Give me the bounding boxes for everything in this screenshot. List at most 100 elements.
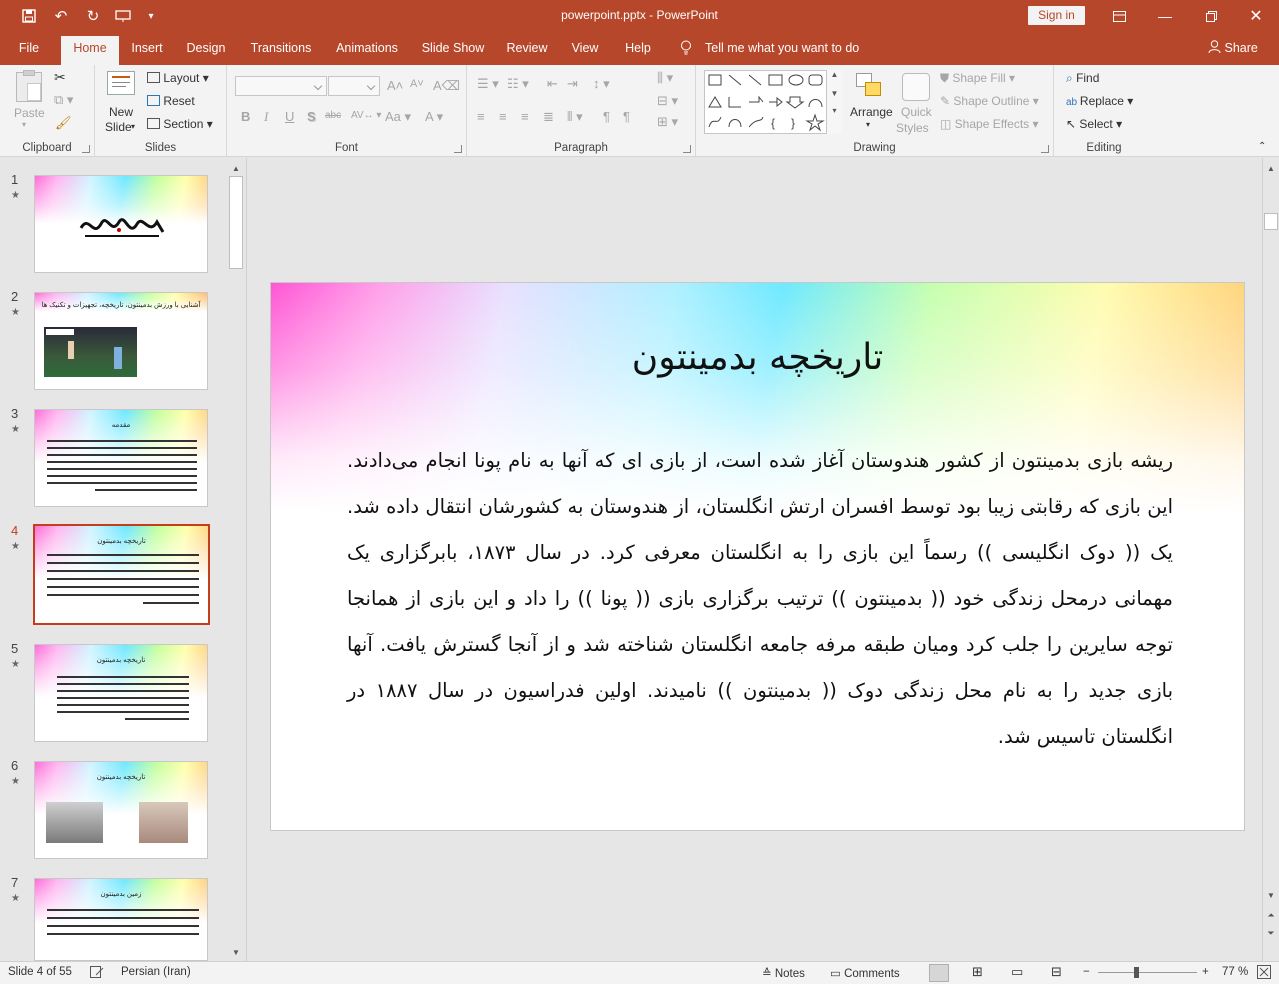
slide-title[interactable]: تاریخچه بدمینتون	[271, 337, 1244, 378]
quick-styles-label-2[interactable]: Styles	[896, 121, 929, 135]
tab-design[interactable]: Design	[180, 32, 232, 65]
tab-view[interactable]: View	[566, 32, 604, 65]
restore-icon[interactable]	[1188, 0, 1234, 32]
paste-icon[interactable]	[16, 70, 42, 102]
slide-thumbnail-6[interactable]: تاریخچه بدمینتون	[34, 761, 208, 859]
new-slide-dropdown-icon[interactable]: ▾	[131, 122, 135, 131]
sign-in-button[interactable]: Sign in	[1028, 6, 1085, 25]
align-center-icon[interactable]: ≡	[499, 109, 507, 124]
slide-thumbnail-7[interactable]: زمین بدمینتون	[34, 878, 208, 961]
copy-icon[interactable]: ⧉ ▾	[54, 92, 73, 108]
new-slide-label-1[interactable]: New	[109, 105, 133, 119]
quick-styles-icon[interactable]	[902, 73, 930, 101]
find-button[interactable]: ⌕ Find	[1066, 71, 1099, 86]
arrange-dropdown-icon[interactable]: ▾	[866, 120, 870, 129]
section-button[interactable]: Section ▾	[147, 117, 213, 131]
tab-review[interactable]: Review	[502, 32, 552, 65]
language-indicator[interactable]: Persian (Iran)	[121, 966, 191, 978]
smartart-icon[interactable]: ⊞ ▾	[657, 114, 678, 130]
shape-outline-button[interactable]: ✎ Shape Outline ▾	[940, 94, 1039, 108]
slide-thumbnail-4[interactable]: تاریخچه بدمینتون	[33, 524, 210, 625]
slide-sorter-icon[interactable]: ⊞	[972, 964, 983, 980]
clear-formatting-icon[interactable]: A⌫	[433, 78, 460, 94]
slide-thumbnail-3[interactable]: مقدمه	[34, 409, 208, 507]
font-name-combo[interactable]	[235, 76, 327, 96]
font-color-icon[interactable]: A ▾	[425, 109, 443, 125]
slide-thumbnail-1[interactable]	[34, 175, 208, 273]
quick-styles-label-1[interactable]: Quick	[901, 105, 932, 119]
text-direction-icon[interactable]: ⫼ ▾	[657, 70, 673, 86]
current-slide[interactable]: تاریخچه بدمینتون ریشه بازی بدمینتون از ک…	[270, 282, 1245, 831]
minimize-icon[interactable]: —	[1142, 0, 1188, 32]
close-icon[interactable]: ✕	[1233, 0, 1279, 32]
replace-button[interactable]: ab Replace ▾	[1066, 94, 1133, 108]
tell-me-search[interactable]: Tell me what you want to do	[680, 32, 859, 65]
share-button[interactable]: Share	[1208, 32, 1258, 65]
normal-view-icon[interactable]	[929, 964, 949, 982]
font-shrink-icon[interactable]: A˅	[410, 78, 424, 90]
zoom-level[interactable]: 77 %	[1222, 966, 1248, 978]
next-slide-icon[interactable]: ⏷	[1263, 925, 1279, 941]
reading-view-icon[interactable]: ▭	[1011, 964, 1023, 980]
numbering-icon[interactable]: ☷ ▾	[507, 76, 529, 92]
scroll-down-icon[interactable]: ▼	[228, 944, 244, 960]
new-slide-icon[interactable]	[107, 71, 135, 95]
previous-slide-icon[interactable]: ⏶	[1263, 907, 1279, 923]
ribbon-display-options-icon[interactable]	[1096, 0, 1142, 32]
shape-effects-button[interactable]: ◫ Shape Effects ▾	[940, 117, 1039, 131]
clipboard-dialog-launcher-icon[interactable]	[82, 145, 90, 153]
tab-file[interactable]: File	[8, 32, 50, 65]
collapse-ribbon-icon[interactable]: ⌃	[1258, 141, 1266, 152]
zoom-slider[interactable]	[1098, 972, 1197, 973]
paste-dropdown-icon[interactable]: ▾	[22, 120, 26, 129]
align-right-icon[interactable]: ≡	[521, 109, 529, 124]
scroll-up-icon[interactable]: ▲	[1263, 160, 1279, 176]
line-spacing-icon[interactable]: ↕ ▾	[593, 76, 610, 92]
character-spacing-icon[interactable]: AV↔ ▾	[351, 110, 381, 121]
notes-button[interactable]: ≙ Notes	[762, 966, 805, 980]
underline-icon[interactable]: U	[285, 109, 294, 124]
decrease-indent-icon[interactable]: ⇤	[547, 76, 558, 92]
shapes-gallery[interactable]: {}	[704, 70, 842, 134]
slide-thumbnail-2[interactable]: آشنایی با ورزش بدمینتون، تاریخچه، تجهیزا…	[34, 292, 208, 390]
tab-help[interactable]: Help	[618, 32, 658, 65]
align-left-icon[interactable]: ≡	[477, 109, 485, 124]
rtl-icon[interactable]: ¶	[603, 109, 610, 124]
tab-transitions[interactable]: Transitions	[245, 32, 317, 65]
arrange-button[interactable]: Arrange	[850, 105, 893, 119]
tab-insert[interactable]: Insert	[125, 32, 169, 65]
spelling-icon[interactable]	[90, 966, 104, 981]
text-shadow-icon[interactable]: S	[307, 109, 316, 124]
slide-body-text[interactable]: ریشه بازی بدمینتون از کشور هندوستان آغاز…	[347, 438, 1173, 760]
layout-button[interactable]: Layout ▾	[147, 71, 209, 85]
thumbnail-scrollbar[interactable]: ▲ ▼	[228, 158, 244, 961]
align-text-icon[interactable]: ⊟ ▾	[657, 93, 678, 109]
shape-fill-button[interactable]: ⛊ Shape Fill ▾	[940, 71, 1015, 86]
tab-slide-show[interactable]: Slide Show	[418, 32, 488, 65]
slide-show-icon[interactable]: ⊟	[1051, 964, 1062, 980]
tab-home[interactable]: Home	[61, 36, 119, 65]
italic-icon[interactable]: I	[264, 109, 268, 125]
fit-to-window-icon[interactable]	[1257, 965, 1271, 982]
font-grow-icon[interactable]: A˄	[387, 78, 403, 93]
zoom-in-icon[interactable]: +	[1202, 966, 1209, 978]
font-size-combo[interactable]	[328, 76, 380, 96]
slide-thumbnail-5[interactable]: تاریخچه بدمینتون	[34, 644, 208, 742]
select-button[interactable]: ↖ Select ▾	[1066, 117, 1122, 131]
columns-icon[interactable]: ⫴ ▾	[567, 109, 583, 125]
increase-indent-icon[interactable]: ⇥	[567, 76, 578, 92]
new-slide-label-2[interactable]: Slide	[105, 120, 132, 134]
scroll-down-icon[interactable]: ▼	[1263, 887, 1279, 903]
paragraph-dialog-launcher-icon[interactable]	[683, 145, 691, 153]
scroll-thumb[interactable]	[1264, 213, 1278, 230]
scroll-up-icon[interactable]: ▲	[228, 160, 244, 176]
scroll-thumb[interactable]	[229, 176, 243, 269]
ltr-icon[interactable]: ¶	[623, 109, 630, 124]
zoom-out-icon[interactable]: −	[1083, 966, 1090, 978]
tab-animations[interactable]: Animations	[330, 32, 404, 65]
change-case-icon[interactable]: Aa ▾	[385, 109, 411, 125]
strikethrough-icon[interactable]: abc	[325, 110, 341, 121]
comments-button[interactable]: ▭ Comments	[830, 966, 900, 980]
justify-icon[interactable]: ≣	[543, 109, 554, 125]
zoom-slider-thumb[interactable]	[1134, 967, 1139, 978]
